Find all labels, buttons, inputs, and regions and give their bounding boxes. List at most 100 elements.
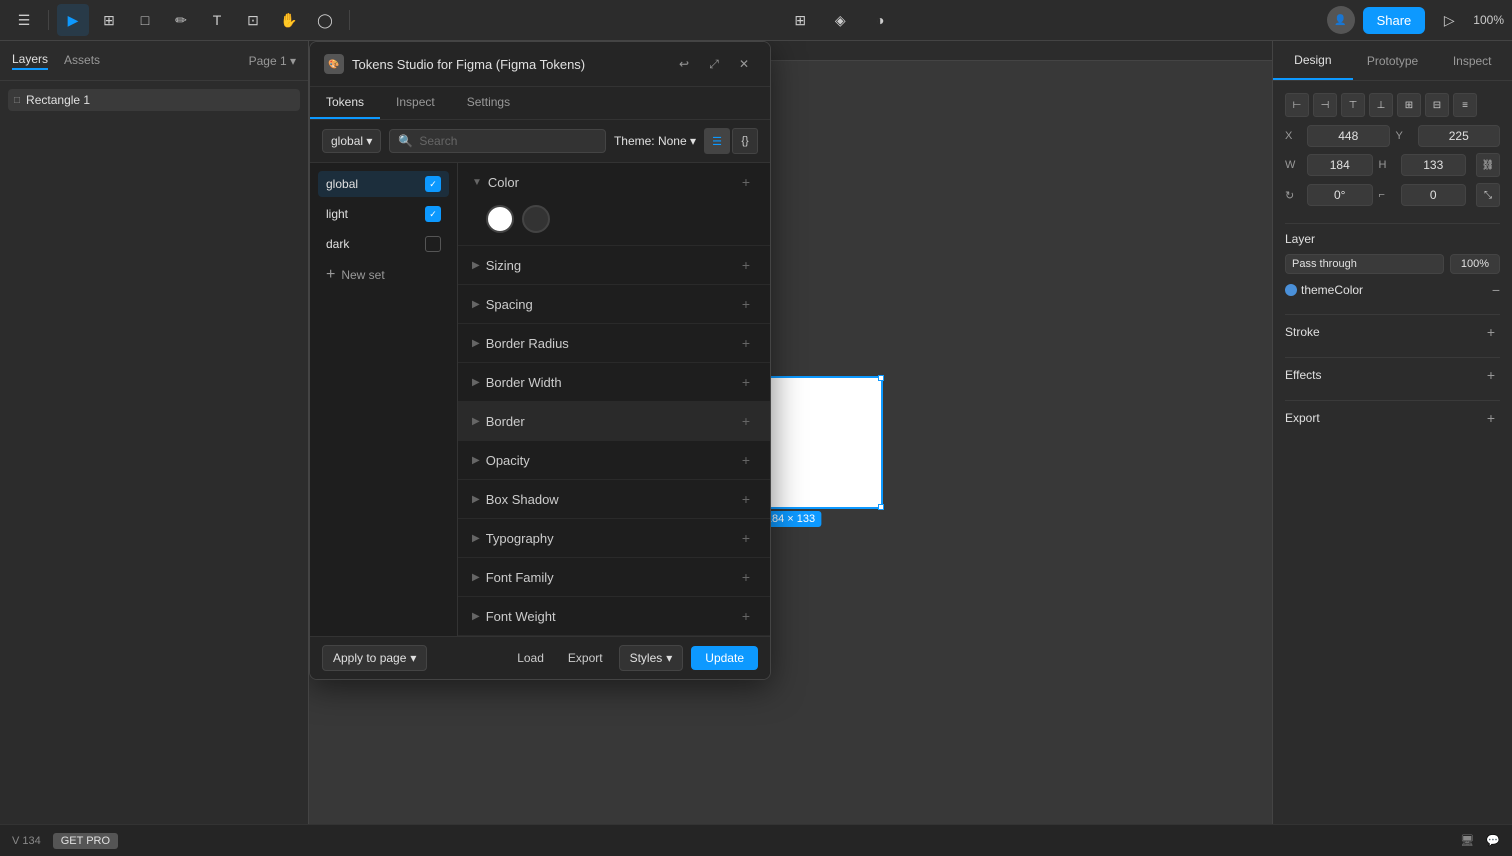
opacity-group-header[interactable]: ▶ Opacity +: [458, 441, 770, 479]
layers-tab[interactable]: Layers: [12, 52, 48, 70]
color-group-header[interactable]: ▼ Color +: [458, 163, 770, 201]
align-center-v-button[interactable]: ⊞: [1397, 93, 1421, 117]
blend-mode-selector[interactable]: Pass through: [1285, 254, 1444, 274]
text-tool[interactable]: T: [201, 4, 233, 36]
y-label: Y: [1396, 130, 1412, 142]
border-group-header[interactable]: ▶ Border +: [458, 402, 770, 440]
prototype-tab[interactable]: Prototype: [1353, 41, 1433, 80]
shape-tool[interactable]: □: [129, 4, 161, 36]
settings-tab[interactable]: Settings: [451, 87, 526, 119]
opacity-chevron-icon: ▶: [472, 455, 480, 466]
theme-selector[interactable]: Theme: None ▾: [614, 134, 696, 148]
design-tab[interactable]: Design: [1273, 41, 1353, 80]
x-value[interactable]: 448: [1307, 125, 1390, 147]
opacity-add-button[interactable]: +: [736, 450, 756, 470]
play-button[interactable]: ▷: [1433, 4, 1465, 36]
align-top-button[interactable]: ⊥: [1369, 93, 1393, 117]
color-group-label: Color: [488, 175, 736, 190]
constrain-proportions-button[interactable]: ⛓: [1476, 153, 1500, 177]
close-button[interactable]: ✕: [732, 52, 756, 76]
align-bottom-button[interactable]: ⊟: [1425, 93, 1449, 117]
inspect-tab[interactable]: Inspect: [380, 87, 451, 119]
page-selector[interactable]: Page 1 ▾: [249, 54, 296, 68]
corner-handle-br[interactable]: [878, 504, 884, 510]
sizing-add-button[interactable]: +: [736, 255, 756, 275]
search-input[interactable]: [419, 134, 597, 148]
align-right-button[interactable]: ⊤: [1341, 93, 1365, 117]
font-family-group-header[interactable]: ▶ Font Family +: [458, 558, 770, 596]
list-view-button[interactable]: ☰: [704, 128, 730, 154]
y-value[interactable]: 225: [1418, 125, 1501, 147]
box-shadow-add-button[interactable]: +: [736, 489, 756, 509]
align-center-h-button[interactable]: ⊣: [1313, 93, 1337, 117]
color-swatch-dark[interactable]: [522, 205, 550, 233]
font-weight-add-button[interactable]: +: [736, 606, 756, 626]
get-pro-button[interactable]: GET PRO: [53, 833, 118, 849]
comment-tool[interactable]: ◯: [309, 4, 341, 36]
remove-fill-button[interactable]: −: [1492, 282, 1500, 298]
rotation-value[interactable]: 0°: [1307, 184, 1373, 206]
color-swatch-white[interactable]: [486, 205, 514, 233]
set-light-check[interactable]: ✓: [425, 206, 441, 222]
set-dark-check[interactable]: [425, 236, 441, 252]
add-stroke-button[interactable]: +: [1482, 323, 1500, 341]
main-menu-button[interactable]: ☰: [8, 4, 40, 36]
resize-button[interactable]: ⤡: [1476, 183, 1500, 207]
desktop-icon[interactable]: 🖥: [1460, 834, 1474, 847]
spacing-add-button[interactable]: +: [736, 294, 756, 314]
sizing-group-header[interactable]: ▶ Sizing +: [458, 246, 770, 284]
typography-add-button[interactable]: +: [736, 528, 756, 548]
new-set-button[interactable]: + New set: [318, 261, 449, 289]
border-width-add-button[interactable]: +: [736, 372, 756, 392]
border-add-button[interactable]: +: [736, 411, 756, 431]
grid-view-button[interactable]: {}: [732, 128, 758, 154]
border-radius-group-header[interactable]: ▶ Border Radius +: [458, 324, 770, 362]
chat-icon[interactable]: 💬: [1486, 834, 1500, 847]
color-add-button[interactable]: +: [736, 172, 756, 192]
set-global[interactable]: global ✓: [318, 171, 449, 197]
load-button[interactable]: Load: [509, 647, 552, 669]
set-dark[interactable]: dark: [318, 231, 449, 257]
color-chevron-icon: ▼: [472, 177, 482, 188]
pen-tool[interactable]: ✏: [165, 4, 197, 36]
frame-tool[interactable]: ⊞: [93, 4, 125, 36]
add-effect-button[interactable]: +: [1482, 366, 1500, 384]
styles-button[interactable]: Styles ▾: [619, 645, 684, 671]
share-button[interactable]: Share: [1363, 7, 1426, 34]
theme-tool[interactable]: ◑: [864, 4, 896, 36]
update-button[interactable]: Update: [691, 646, 758, 670]
assets-tab[interactable]: Assets: [64, 53, 100, 69]
spacing-group-label: Spacing: [486, 297, 736, 312]
border-width-group-header[interactable]: ▶ Border Width +: [458, 363, 770, 401]
align-left-button[interactable]: ⊢: [1285, 93, 1309, 117]
opacity-input[interactable]: 100%: [1450, 254, 1500, 274]
tokens-tab[interactable]: Tokens: [310, 87, 380, 119]
global-set-selector[interactable]: global ▾: [322, 129, 381, 153]
typography-group-header[interactable]: ▶ Typography +: [458, 519, 770, 557]
inspect-tab[interactable]: Inspect: [1432, 41, 1512, 80]
border-radius-add-button[interactable]: +: [736, 333, 756, 353]
layer-item[interactable]: □ Rectangle 1: [8, 89, 300, 111]
component-tool[interactable]: ⊡: [237, 4, 269, 36]
undo-button[interactable]: ↩: [672, 52, 696, 76]
box-shadow-group-header[interactable]: ▶ Box Shadow +: [458, 480, 770, 518]
font-family-add-button[interactable]: +: [736, 567, 756, 587]
apply-to-page-button[interactable]: Apply to page ▾: [322, 645, 427, 671]
hand-tool[interactable]: ✋: [273, 4, 305, 36]
corner-handle-tr[interactable]: [878, 375, 884, 381]
set-light[interactable]: light ✓: [318, 201, 449, 227]
expand-button[interactable]: ⤢: [702, 52, 726, 76]
w-value[interactable]: 184: [1307, 154, 1373, 176]
color-tool[interactable]: ◈: [824, 4, 856, 36]
export-button[interactable]: Export: [560, 647, 611, 669]
select-tool[interactable]: ▶: [57, 4, 89, 36]
h-value[interactable]: 133: [1401, 154, 1467, 176]
corner-value[interactable]: 0: [1401, 184, 1467, 206]
align-tool[interactable]: ⊞: [784, 4, 816, 36]
set-global-check[interactable]: ✓: [425, 176, 441, 192]
distribute-h-button[interactable]: ≡: [1453, 93, 1477, 117]
theme-color-swatch[interactable]: [1285, 284, 1297, 296]
font-weight-group-header[interactable]: ▶ Font Weight +: [458, 597, 770, 635]
add-export-button[interactable]: +: [1482, 409, 1500, 427]
spacing-group-header[interactable]: ▶ Spacing +: [458, 285, 770, 323]
